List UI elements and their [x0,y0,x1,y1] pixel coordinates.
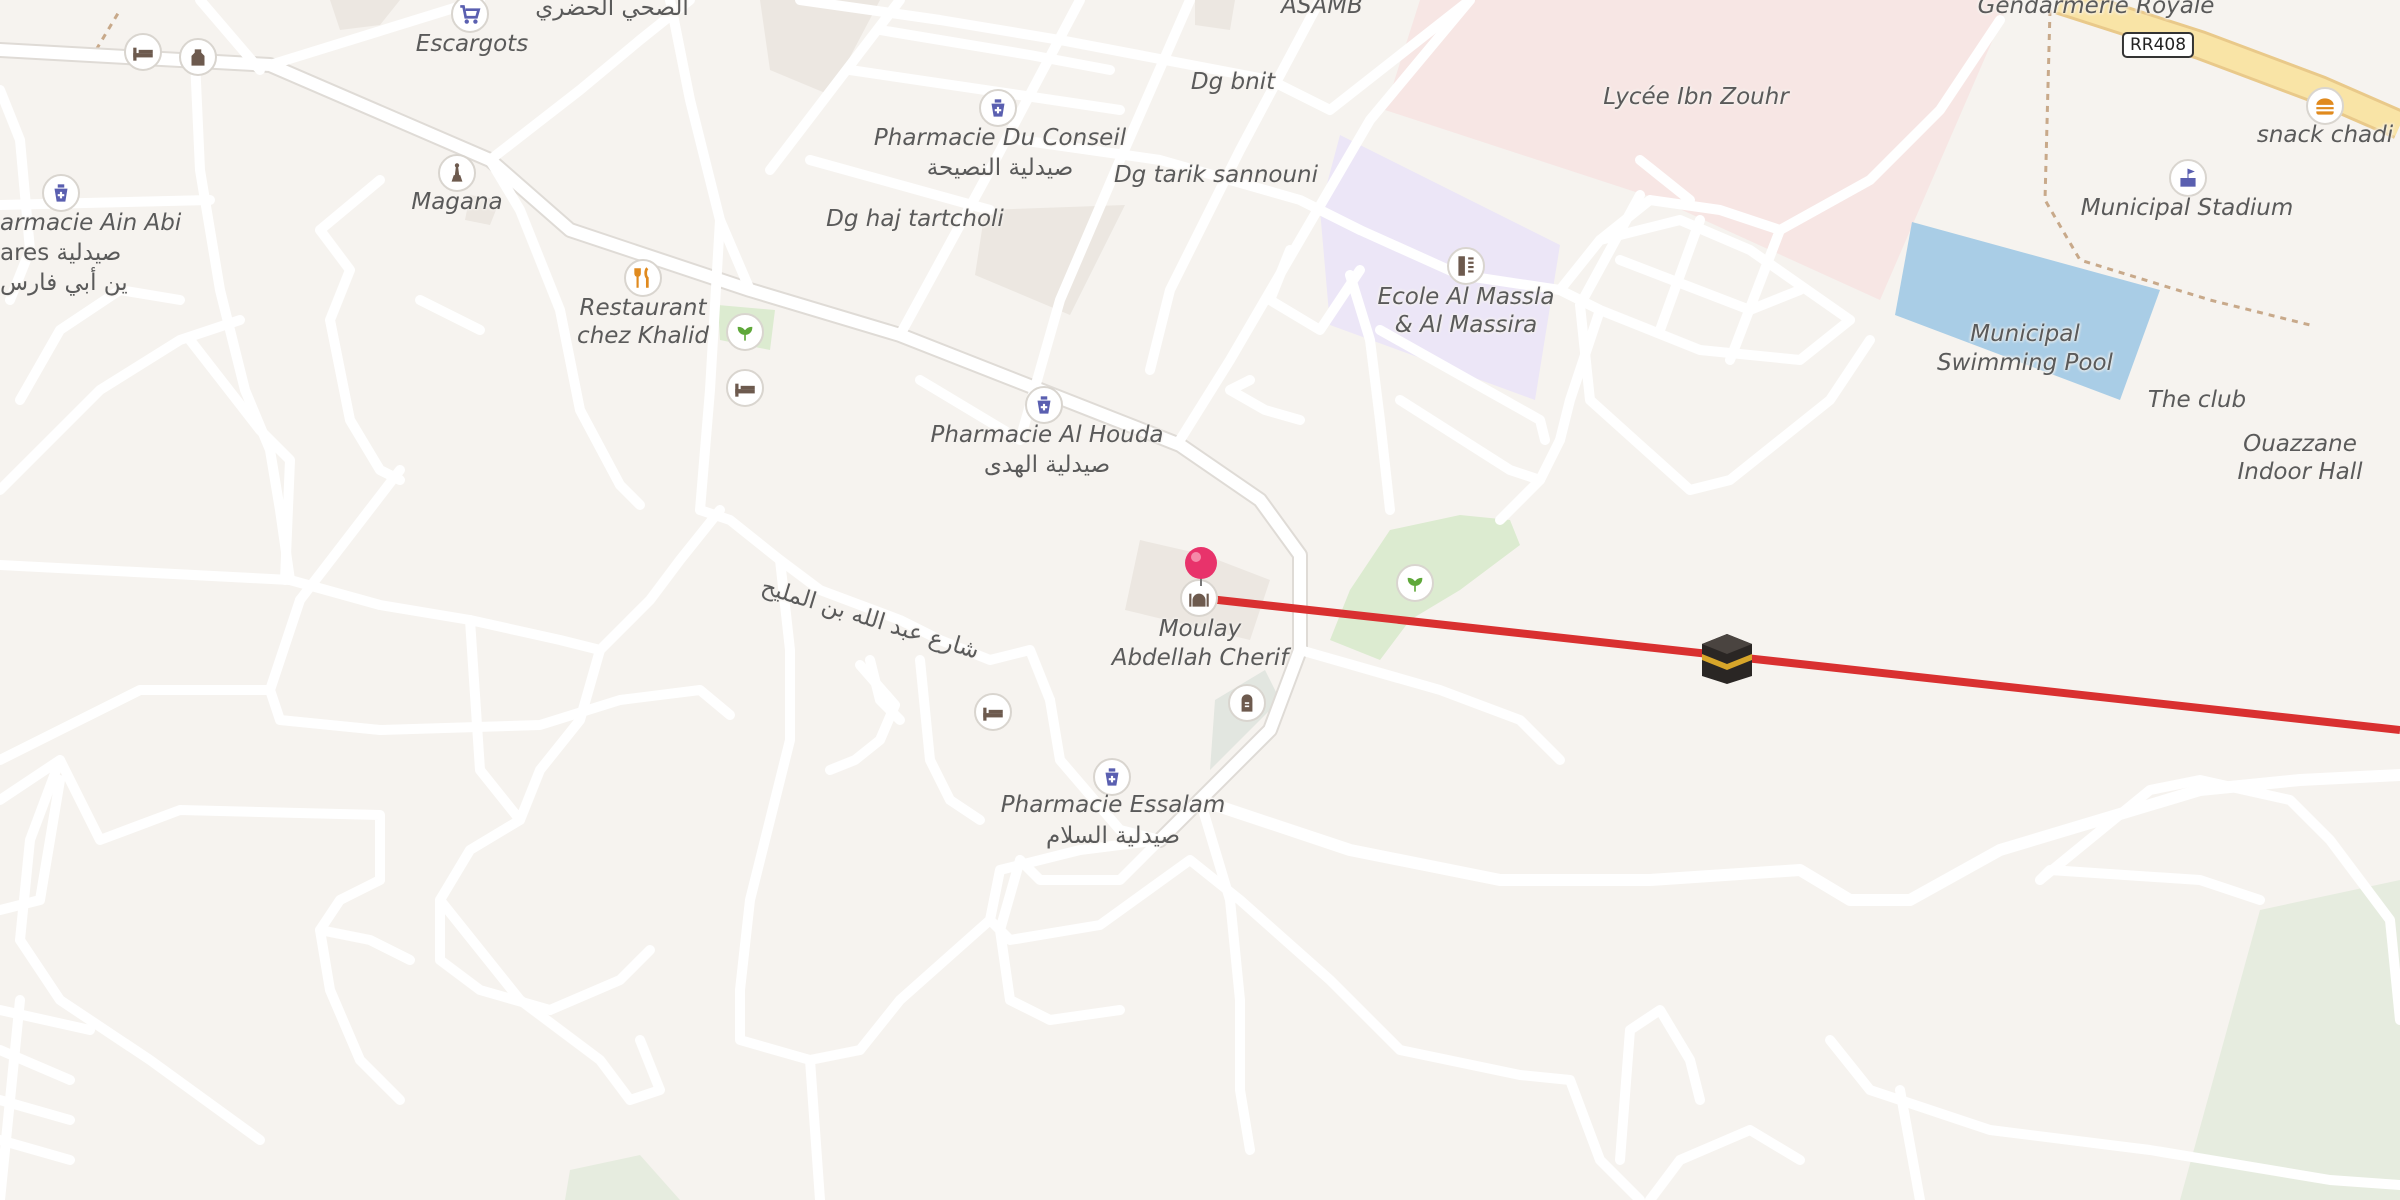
monument-icon[interactable] [179,38,217,76]
poi-label-lycee: Lycée Ibn Zouhr [1603,84,1789,110]
building [1195,0,1235,30]
poi-label-pool-2: Swimming Pool [1937,350,2113,376]
map-view[interactable]: RR408 Escargots الصحي الحضري ASAMB Genda… [0,0,2400,1200]
school-icon[interactable] [1447,247,1485,285]
route-shield-rr408: RR408 [2121,32,2195,58]
poi-label-the-club: The club [2147,387,2247,413]
location-pin-icon[interactable] [1183,546,1219,586]
poi-label-pharmacie-ain-2: ares صيدلية [0,240,122,266]
hotel-icon[interactable] [124,33,162,71]
poi-label-stadium: Municipal Stadium [2080,195,2294,221]
poi-label-gendarmerie: Gendarmerie Royale [1977,0,2215,19]
poi-label-restaurant-2: chez Khalid [577,323,709,349]
kaaba-icon[interactable] [1700,632,1754,686]
garden-icon[interactable] [726,313,764,351]
poi-label-pharmacie-conseil: Pharmacie Du Conseil [873,125,1127,151]
poi-label-ecole-2: & Al Massira [1394,312,1538,338]
park-area-east [2180,880,2400,1200]
monument-icon[interactable] [438,154,476,192]
restaurant-icon[interactable] [624,259,662,297]
poi-label-top-arabic: الصحي الحضري [535,0,689,21]
poi-label-pool-1: Municipal [1970,321,2080,347]
cemetery-icon[interactable] [1228,684,1266,722]
stadium-icon[interactable] [2169,159,2207,197]
poi-label-pharmacie-houda-ar: صيدلية الهدى [983,452,1111,478]
hotel-icon[interactable] [726,369,764,407]
poi-label-magana: Magana [411,189,503,215]
poi-label-dg-haj: Dg haj tartcholi [826,206,1004,232]
hotel-icon[interactable] [974,693,1012,731]
poi-label-restaurant-1: Restaurant [579,295,707,321]
poi-label-pharmacie-houda: Pharmacie Al Houda [930,422,1164,448]
pharmacy-icon[interactable] [979,89,1017,127]
poi-label-pharmacie-conseil-ar: صيدلية النصيحة [926,155,1074,181]
poi-label-moulay-2: Abdellah Cherif [1111,645,1289,671]
qibla-direction-line [1199,594,2400,734]
pharmacy-icon[interactable] [1025,386,1063,424]
fast-food-icon[interactable] [2306,87,2344,125]
park-area-south [565,1155,680,1200]
poi-label-asamb: ASAMB [1281,0,1363,19]
pharmacy-icon[interactable] [42,174,80,212]
poi-label-dg-bnit: Dg bnit [1190,69,1276,95]
poi-label-snack: snack chadi [2256,122,2394,148]
poi-label-moulay-1: Moulay [1158,616,1242,642]
poi-label-ecole-1: Ecole Al Massla [1377,284,1555,310]
garden-icon[interactable] [1396,564,1434,602]
poi-label-pharmacie-essalam-ar: صيدلية السلام [1045,823,1181,849]
poi-label-pharmacie-essalam: Pharmacie Essalam [1000,792,1226,818]
poi-label-pharmacie-ain-3: ين أبي فارس [0,270,128,296]
poi-label-pharmacie-ain-1: armacie Ain Abi [0,210,182,236]
poi-label-escargots: Escargots [415,31,529,57]
poi-label-indoor-2: Indoor Hall [2237,459,2363,485]
poi-label-indoor-1: Ouazzane [2243,431,2357,457]
poi-label-dg-tarik: Dg tarik sannouni [1113,162,1319,188]
